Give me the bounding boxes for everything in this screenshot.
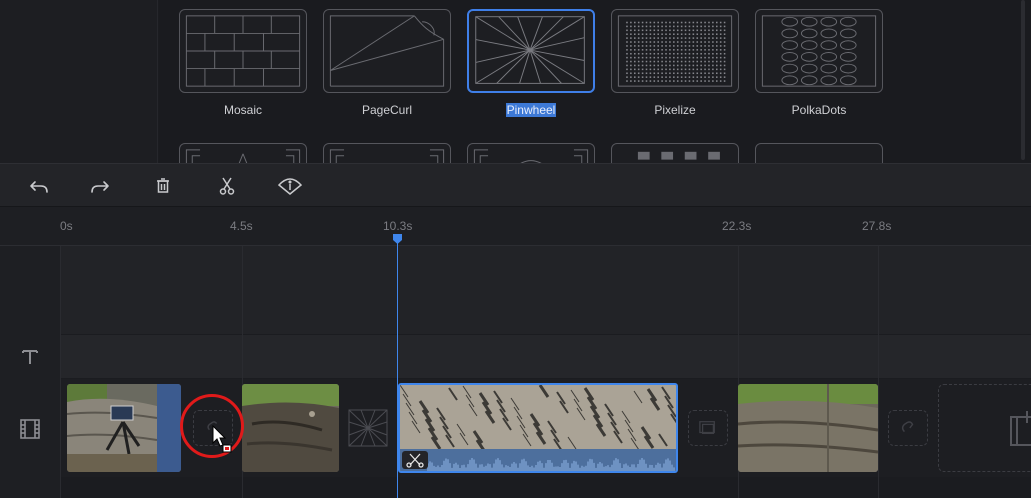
transition-tile-row2-4[interactable]	[611, 143, 739, 163]
grid-line	[878, 246, 879, 498]
undo-button[interactable]	[26, 173, 52, 199]
ruler-tick: 0s	[60, 219, 73, 233]
corner-frame-icon	[329, 149, 445, 163]
bars-icon	[637, 151, 720, 160]
slide-transition-icon	[699, 421, 715, 435]
video-editor: Mosaic PageCurl Pinwheel Pixelize PolkaD…	[0, 0, 1031, 498]
library-sidebar	[0, 0, 158, 163]
video-clip-2[interactable]	[242, 384, 339, 472]
marker-icon	[277, 178, 303, 195]
transition-label-polkadots: PolkaDots	[791, 103, 847, 117]
transition-tile-pinwheel[interactable]	[467, 9, 595, 93]
transition-tile-pixelize[interactable]	[611, 9, 739, 93]
pinwheel-icon	[348, 409, 388, 447]
timeline-ruler[interactable]: 0s 4.5s 10.3s 22.3s 27.8s	[0, 207, 1031, 246]
video-clip-3-selected[interactable]	[398, 383, 678, 473]
clip-thumbnail	[67, 384, 181, 472]
scrollbar-thumb[interactable]	[1021, 0, 1025, 160]
track-headers	[0, 246, 61, 498]
video-clip-1[interactable]	[67, 384, 181, 472]
redo-icon	[91, 181, 109, 193]
video-clip-4[interactable]	[738, 384, 878, 472]
delete-button[interactable]	[150, 173, 176, 199]
redo-button[interactable]	[87, 173, 113, 199]
text-track[interactable]	[61, 335, 1031, 378]
scissors-icon	[219, 177, 235, 195]
link-icon	[901, 421, 914, 433]
pixelize-icon	[617, 15, 733, 87]
ruler-tick: 10.3s	[383, 219, 413, 233]
transition-label-pagecurl: PageCurl	[361, 103, 413, 117]
transition-tile-row2-5[interactable]	[755, 143, 883, 163]
transition-tile-pagecurl[interactable]	[323, 9, 451, 93]
transition-label-pixelize: Pixelize	[654, 103, 696, 117]
clip-thumbnail	[400, 385, 676, 471]
transition-tile-row2-3[interactable]	[467, 143, 595, 163]
trash-icon	[157, 178, 169, 193]
transition-label-pinwheel: Pinwheel	[505, 103, 557, 117]
pinwheel-icon	[475, 16, 585, 84]
overlay-track[interactable]	[61, 246, 1031, 334]
transition-slot[interactable]	[888, 410, 928, 446]
transition-tile-polkadots[interactable]	[755, 9, 883, 93]
clip-thumbnail	[738, 384, 878, 472]
ruler-tick: 4.5s	[230, 219, 253, 233]
add-clip-icon	[1010, 411, 1031, 446]
applied-pinwheel-transition[interactable]	[347, 408, 389, 448]
playhead[interactable]	[397, 236, 398, 498]
transition-slot[interactable]	[688, 410, 728, 446]
transition-tile-mosaic[interactable]	[179, 9, 307, 93]
transition-library: Mosaic PageCurl Pinwheel Pixelize PolkaD…	[159, 0, 1016, 163]
cursor-icon	[212, 425, 232, 453]
marker-button[interactable]	[276, 173, 304, 199]
transition-label-mosaic: Mosaic	[223, 103, 262, 117]
transition-tile-row2-1[interactable]	[179, 143, 307, 163]
add-media-dropzone[interactable]	[938, 384, 1031, 472]
transition-tile-row2-2[interactable]	[323, 143, 451, 163]
split-button[interactable]	[214, 173, 240, 199]
text-track-icon	[18, 345, 42, 369]
ruler-tick: 22.3s	[722, 219, 752, 233]
video-track-icon	[18, 417, 42, 441]
ruler-tick: 27.8s	[862, 219, 892, 233]
corner-frame-icon	[473, 149, 589, 163]
track-padding	[61, 477, 1031, 498]
library-scrollbar[interactable]	[1016, 0, 1031, 163]
clip-thumbnail	[242, 384, 339, 472]
undo-icon	[30, 181, 48, 193]
polka-dots-icon	[761, 15, 877, 87]
corner-frame-icon	[185, 149, 301, 163]
timeline-toolbar	[0, 163, 1031, 207]
mosaic-icon	[185, 15, 301, 87]
page-curl-icon	[329, 15, 445, 87]
